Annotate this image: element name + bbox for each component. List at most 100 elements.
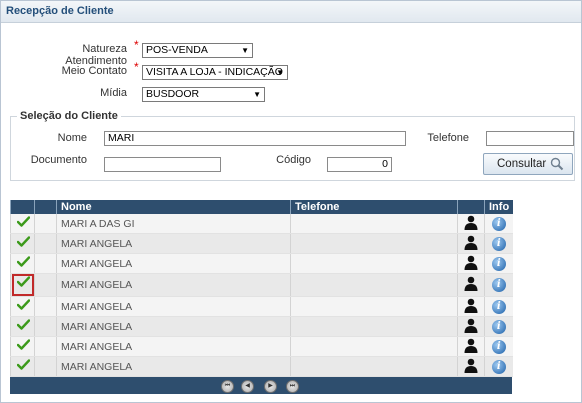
check-icon[interactable]	[15, 318, 31, 335]
pager-bar: ⏮ ◀ ▶ ⏭	[10, 377, 512, 394]
chevron-down-icon: ▼	[241, 46, 249, 55]
info-cell[interactable]: i	[484, 253, 513, 274]
consultar-button[interactable]: Consultar	[483, 153, 573, 175]
check-icon[interactable]	[15, 215, 31, 232]
meio-contato-required-mark: *	[134, 60, 139, 74]
midia-select-value: BUSDOOR	[146, 88, 200, 100]
info-icon[interactable]: i	[491, 299, 506, 314]
results-body: MARI A DAS GI i MARI ANGELA i MARI ANGELA i MA…	[10, 214, 513, 377]
telefone-cell	[290, 336, 458, 357]
select-cell[interactable]	[10, 273, 35, 297]
check-icon[interactable]	[15, 255, 31, 272]
user-cell[interactable]	[457, 296, 485, 317]
midia-select[interactable]: BUSDOOR ▼	[142, 87, 265, 102]
midia-label: Mídia	[100, 87, 127, 99]
blank-cell	[34, 273, 57, 297]
next-page-icon[interactable]: ▶	[264, 380, 277, 393]
first-page-icon[interactable]: ⏮	[221, 380, 234, 393]
select-cell[interactable]	[10, 336, 35, 357]
info-cell[interactable]: i	[484, 273, 513, 297]
blank-cell	[34, 336, 57, 357]
prev-page-icon[interactable]: ◀	[241, 380, 254, 393]
user-icon[interactable]	[464, 276, 478, 294]
user-cell[interactable]	[457, 214, 485, 234]
select-cell[interactable]	[10, 296, 35, 317]
info-cell[interactable]: i	[484, 296, 513, 317]
info-cell[interactable]: i	[484, 214, 513, 234]
telefone-cell	[290, 316, 458, 337]
check-icon[interactable]	[12, 274, 34, 296]
table-row[interactable]: MARI ANGELA i	[10, 356, 513, 377]
table-row[interactable]: MARI ANGELA i	[10, 253, 513, 274]
user-icon[interactable]	[464, 298, 478, 316]
user-cell[interactable]	[457, 336, 485, 357]
user-cell[interactable]	[457, 316, 485, 337]
nome-cell: MARI ANGELA	[56, 336, 291, 357]
telefone-cell	[290, 214, 458, 234]
info-icon[interactable]: i	[491, 256, 506, 271]
header-blank	[34, 200, 57, 214]
select-cell[interactable]	[10, 233, 35, 254]
panel-titlebar: Recepção de Cliente	[1, 1, 581, 23]
blank-cell	[34, 253, 57, 274]
user-cell[interactable]	[457, 233, 485, 254]
table-row[interactable]: MARI ANGELA i	[10, 316, 513, 337]
last-page-icon[interactable]: ⏭	[286, 380, 299, 393]
table-row[interactable]: MARI ANGELA i	[10, 233, 513, 254]
user-icon[interactable]	[464, 255, 478, 273]
nome-cell: MARI ANGELA	[56, 253, 291, 274]
telefone-input[interactable]	[486, 131, 574, 146]
table-row[interactable]: MARI ANGELA i	[10, 273, 513, 297]
info-cell[interactable]: i	[484, 233, 513, 254]
telefone-cell	[290, 273, 458, 297]
info-icon[interactable]: i	[491, 319, 506, 334]
header-telefone[interactable]: Telefone	[290, 200, 458, 214]
results-table: Nome Telefone Info MARI A DAS GI i MARI AN…	[10, 200, 513, 377]
info-icon[interactable]: i	[491, 278, 506, 292]
telefone-cell	[290, 356, 458, 377]
user-cell[interactable]	[457, 253, 485, 274]
user-icon[interactable]	[464, 235, 478, 253]
user-icon[interactable]	[464, 318, 478, 336]
header-select	[10, 200, 35, 214]
user-icon[interactable]	[464, 358, 478, 376]
meio-contato-select[interactable]: VISITA A LOJA - INDICAÇÃO ▼	[142, 65, 288, 80]
nome-label: Nome	[57, 132, 87, 144]
user-icon[interactable]	[464, 338, 478, 356]
check-icon[interactable]	[15, 298, 31, 315]
check-icon[interactable]	[15, 338, 31, 355]
select-cell[interactable]	[10, 253, 35, 274]
user-cell[interactable]	[457, 273, 485, 297]
telefone-cell	[290, 253, 458, 274]
nome-input[interactable]: MARI	[104, 131, 406, 146]
check-icon[interactable]	[15, 235, 31, 252]
natureza-select[interactable]: POS-VENDA ▼	[142, 43, 253, 58]
recepcao-panel: Recepção de Cliente Natureza Atendimento…	[0, 0, 582, 403]
user-cell[interactable]	[457, 356, 485, 377]
table-row[interactable]: MARI A DAS GI i	[10, 214, 513, 234]
table-row[interactable]: MARI ANGELA i	[10, 336, 513, 357]
info-icon[interactable]: i	[491, 216, 506, 231]
info-cell[interactable]: i	[484, 316, 513, 337]
select-cell[interactable]	[10, 214, 35, 234]
user-icon[interactable]	[464, 215, 478, 233]
table-row[interactable]: MARI ANGELA i	[10, 296, 513, 317]
header-nome[interactable]: Nome	[56, 200, 291, 214]
check-icon[interactable]	[15, 358, 31, 375]
nome-cell: MARI A DAS GI	[56, 214, 291, 234]
select-cell[interactable]	[10, 356, 35, 377]
info-icon[interactable]: i	[491, 359, 506, 374]
telefone-label: Telefone	[427, 132, 469, 144]
search-icon	[550, 157, 564, 174]
info-icon[interactable]: i	[491, 339, 506, 354]
nome-cell: MARI ANGELA	[56, 233, 291, 254]
select-cell[interactable]	[10, 316, 35, 337]
natureza-label: Natureza Atendimento	[65, 43, 127, 67]
results-header-row: Nome Telefone Info	[10, 200, 513, 214]
info-cell[interactable]: i	[484, 356, 513, 377]
nome-cell: MARI ANGELA	[56, 273, 291, 297]
documento-input[interactable]	[104, 157, 221, 172]
info-icon[interactable]: i	[491, 236, 506, 251]
codigo-input[interactable]: 0	[327, 157, 392, 172]
info-cell[interactable]: i	[484, 336, 513, 357]
